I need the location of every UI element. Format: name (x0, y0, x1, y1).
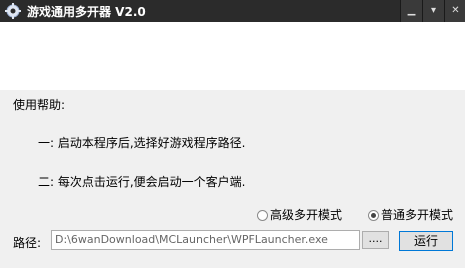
run-button[interactable]: 运行 (399, 231, 453, 251)
minimize-button[interactable]: ▁ (400, 0, 422, 22)
chevron-down-icon: ▾ (430, 5, 437, 16)
menu-button[interactable]: ▾ (422, 0, 444, 22)
help-step-1: 一: 启动本程序后,选择好游戏程序路径. (38, 136, 246, 150)
radio-normal-mode[interactable]: 普通多开模式 (368, 206, 453, 222)
title-bar[interactable]: 游戏通用多开器 V2.0 ▁ ▾ ✕ (0, 0, 465, 22)
minimize-icon: ▁ (407, 5, 416, 16)
radio-checked-icon (368, 210, 379, 221)
browse-button[interactable]: .... (362, 231, 389, 249)
radio-normal-label: 普通多开模式 (381, 208, 454, 222)
banner-area (0, 22, 465, 90)
radio-unchecked-icon (257, 210, 268, 221)
radio-advanced-mode[interactable]: 高级多开模式 (257, 206, 342, 222)
path-input[interactable]: D:\6wanDownload\MCLauncher\WPFLauncher.e… (51, 230, 360, 250)
radio-advanced-label: 高级多开模式 (270, 208, 343, 222)
close-button[interactable]: ✕ (444, 0, 465, 22)
help-heading: 使用帮助: (13, 98, 66, 112)
gear-app-icon (5, 3, 21, 19)
window-title: 游戏通用多开器 V2.0 (27, 5, 146, 19)
help-step-2: 二: 每次点击运行,便会启动一个客户端. (38, 175, 246, 189)
path-label: 路径: (13, 236, 42, 250)
close-icon: ✕ (451, 5, 460, 16)
